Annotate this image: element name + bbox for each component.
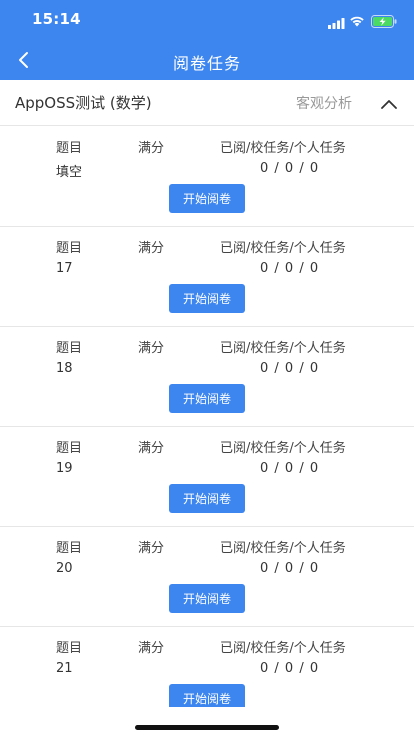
task-card: 题目 满分 已阅/校任务/个人任务 19 0 / 0 / 0 开始阅卷 xyxy=(0,427,414,527)
header-bar: 15:14 阅卷任务 xyxy=(0,0,414,80)
progress-value: 0 / 0 / 0 xyxy=(260,561,320,576)
wifi-icon xyxy=(349,12,365,31)
question-value: 18 xyxy=(56,361,73,376)
page-title: 阅卷任务 xyxy=(172,54,241,73)
status-bar: 15:14 xyxy=(0,0,414,40)
home-indicator[interactable] xyxy=(135,725,279,730)
task-card: 题目 满分 已阅/校任务/个人任务 填空 0 / 0 / 0 开始阅卷 xyxy=(0,127,414,227)
start-grading-button[interactable]: 开始阅卷 xyxy=(169,384,245,413)
navigation-bar: 阅卷任务 xyxy=(0,40,414,80)
question-value: 21 xyxy=(56,661,73,676)
exam-header-row[interactable]: AppOSS测试 (数学) 客观分析 xyxy=(0,80,414,126)
task-list: 题目 满分 已阅/校任务/个人任务 填空 0 / 0 / 0 开始阅卷 题目 满… xyxy=(0,127,414,707)
progress-header: 已阅/校任务/个人任务 xyxy=(220,641,346,656)
full-score-header: 满分 xyxy=(138,241,165,256)
question-value: 20 xyxy=(56,561,73,576)
battery-charging-icon xyxy=(371,13,397,32)
progress-value: 0 / 0 / 0 xyxy=(260,361,320,376)
start-grading-button[interactable]: 开始阅卷 xyxy=(169,184,245,213)
full-score-header: 满分 xyxy=(138,141,165,156)
question-value: 19 xyxy=(56,461,73,476)
start-grading-button[interactable]: 开始阅卷 xyxy=(169,684,245,707)
progress-value: 0 / 0 / 0 xyxy=(260,261,320,276)
task-card: 题目 满分 已阅/校任务/个人任务 18 0 / 0 / 0 开始阅卷 xyxy=(0,327,414,427)
question-value: 填空 xyxy=(56,165,83,180)
question-header: 题目 xyxy=(56,141,83,156)
question-header: 题目 xyxy=(56,341,83,356)
progress-header: 已阅/校任务/个人任务 xyxy=(220,141,346,156)
progress-header: 已阅/校任务/个人任务 xyxy=(220,541,346,556)
question-header: 题目 xyxy=(56,241,83,256)
start-grading-button[interactable]: 开始阅卷 xyxy=(169,284,245,313)
question-header: 题目 xyxy=(56,541,83,556)
progress-value: 0 / 0 / 0 xyxy=(260,661,320,676)
progress-header: 已阅/校任务/个人任务 xyxy=(220,441,346,456)
question-header: 题目 xyxy=(56,441,83,456)
start-grading-button[interactable]: 开始阅卷 xyxy=(169,484,245,513)
task-card: 题目 满分 已阅/校任务/个人任务 20 0 / 0 / 0 开始阅卷 xyxy=(0,527,414,627)
cellular-signal-icon xyxy=(328,14,345,33)
progress-value: 0 / 0 / 0 xyxy=(260,461,320,476)
task-card: 题目 满分 已阅/校任务/个人任务 21 0 / 0 / 0 开始阅卷 xyxy=(0,627,414,707)
question-value: 17 xyxy=(56,261,73,276)
objective-analysis-link[interactable]: 客观分析 xyxy=(296,93,352,113)
progress-value: 0 / 0 / 0 xyxy=(260,161,320,176)
full-score-header: 满分 xyxy=(138,541,165,556)
start-grading-button[interactable]: 开始阅卷 xyxy=(169,584,245,613)
progress-header: 已阅/校任务/个人任务 xyxy=(220,241,346,256)
full-score-header: 满分 xyxy=(138,641,165,656)
status-time: 15:14 xyxy=(32,10,81,28)
bottom-safe-area xyxy=(0,707,414,736)
exam-name: AppOSS测试 (数学) xyxy=(15,94,152,112)
question-header: 题目 xyxy=(56,641,83,656)
task-card: 题目 满分 已阅/校任务/个人任务 17 0 / 0 / 0 开始阅卷 xyxy=(0,227,414,327)
full-score-header: 满分 xyxy=(138,341,165,356)
progress-header: 已阅/校任务/个人任务 xyxy=(220,341,346,356)
full-score-header: 满分 xyxy=(138,441,165,456)
chevron-up-icon[interactable] xyxy=(380,95,398,114)
